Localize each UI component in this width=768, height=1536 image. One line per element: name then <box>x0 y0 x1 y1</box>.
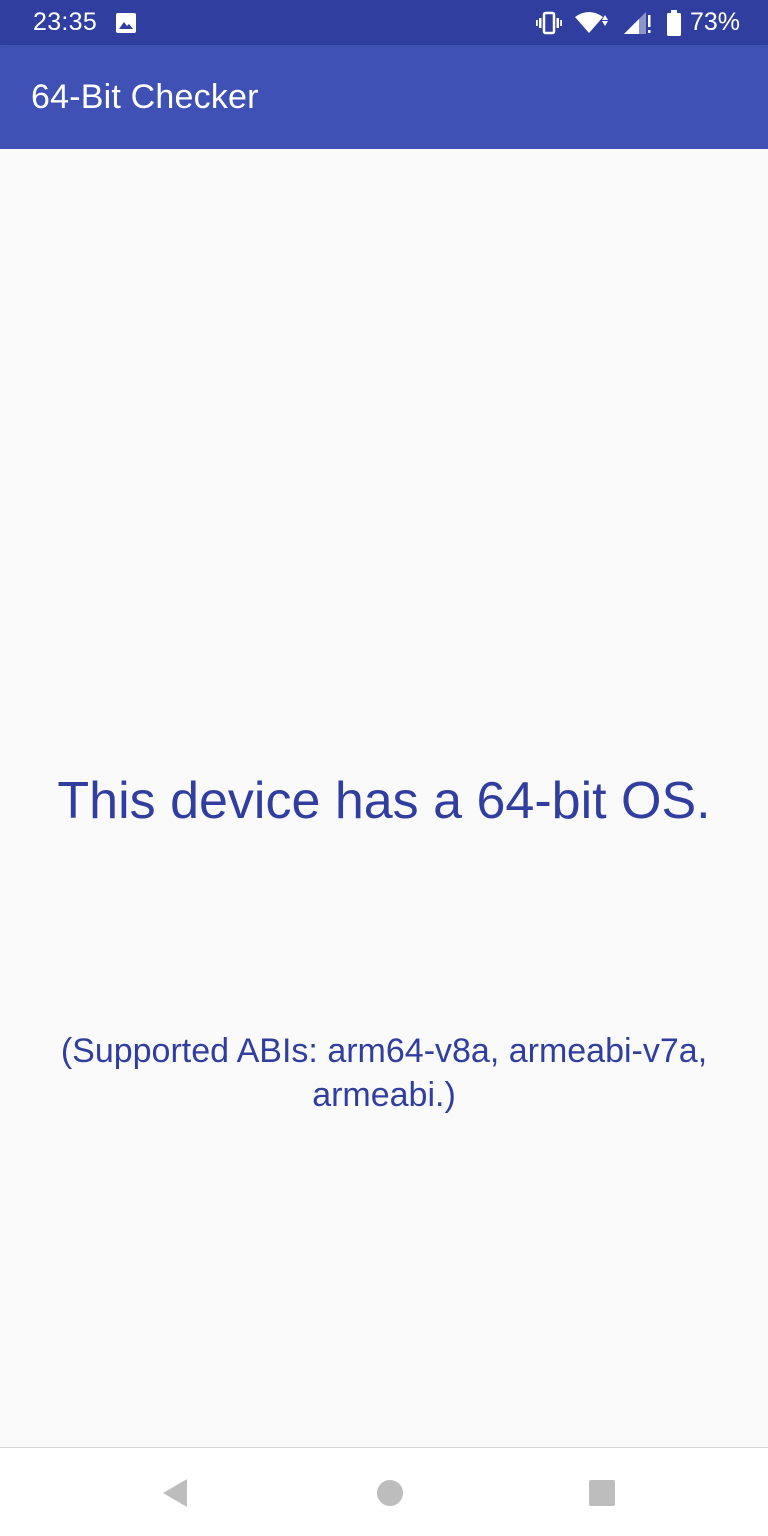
supported-abis-text: (Supported ABIs: arm64-v8a, armeabi-v7a,… <box>60 1032 708 1114</box>
wifi-icon <box>574 11 610 35</box>
navigation-bar <box>0 1447 768 1536</box>
back-button[interactable] <box>159 1477 191 1509</box>
status-time: 23:35 <box>33 8 98 36</box>
vibrate-icon <box>535 11 562 35</box>
status-left: 23:35 <box>33 8 137 37</box>
recents-icon <box>589 1480 615 1506</box>
status-bar: 23:35 73% <box>0 0 768 45</box>
signal-icon <box>622 11 654 35</box>
battery-icon <box>666 9 682 36</box>
os-bitness-message: This device has a 64-bit OS. <box>57 772 711 830</box>
home-icon <box>377 1480 403 1506</box>
app-bar: 64-Bit Checker <box>0 45 768 149</box>
recents-button[interactable] <box>586 1477 618 1509</box>
image-icon <box>115 12 137 34</box>
status-right: 73% <box>535 8 740 37</box>
back-icon <box>163 1479 187 1507</box>
battery-percent: 73% <box>689 8 740 36</box>
home-button[interactable] <box>374 1477 406 1509</box>
app-title: 64-Bit Checker <box>31 77 259 116</box>
main-content: This device has a 64-bit OS. (Supported … <box>0 149 768 1447</box>
